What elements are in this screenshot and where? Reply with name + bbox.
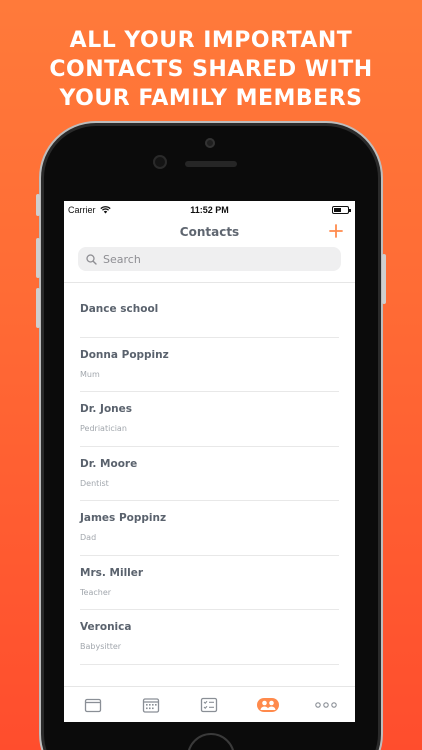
contact-name: Dr. Jones [80, 403, 133, 415]
volume-down-button [36, 288, 40, 328]
contact-row-dance-school[interactable]: Dance school [80, 283, 339, 338]
phone-frame: Carrier 11:52 PM Contacts Search Dance s… [36, 126, 386, 750]
earpiece-speaker [185, 161, 237, 167]
contact-row-dr-moore[interactable]: Dr. Moore Dentist [80, 447, 339, 501]
top-sensor [205, 138, 215, 148]
search-icon [86, 253, 97, 265]
contact-name: Mrs. Miller [80, 566, 144, 579]
tab-more[interactable] [306, 692, 346, 718]
calendar-grid-icon [143, 697, 160, 713]
contact-row-mrs-miller[interactable]: Mrs. Miller Teacher [80, 556, 339, 610]
phone-screen: Carrier 11:52 PM Contacts Search Dance s… [64, 201, 355, 722]
contacts-icon [256, 697, 279, 712]
battery-icon [332, 206, 351, 214]
calendar-card-icon [84, 698, 102, 712]
checklist-icon [201, 697, 218, 712]
add-contact-button[interactable] [327, 222, 345, 240]
volume-up-button [36, 238, 40, 278]
tab-tasks[interactable] [189, 692, 229, 718]
power-button [382, 254, 386, 304]
tab-contacts[interactable] [248, 692, 288, 718]
contact-role: Babysitter [80, 642, 122, 651]
search-input[interactable] [103, 252, 323, 266]
contact-name: Dr. Moore [80, 457, 138, 470]
contact-row-dr-jones[interactable]: Dr. Jones Pedriatician [80, 392, 339, 447]
contact-role: Dad [80, 533, 97, 542]
contact-name: Donna Poppinz [80, 348, 169, 361]
front-camera [153, 155, 167, 169]
promo-headline: ALL YOUR IMPORTANT CONTACTS SHARED WITH … [0, 26, 422, 113]
promo-line-3: YOUR FAMILY MEMBERS [59, 86, 363, 111]
home-button[interactable] [187, 733, 235, 750]
status-time: 11:52 PM [190, 205, 229, 215]
nav-bar: Contacts [64, 219, 355, 247]
more-dots-icon [315, 701, 337, 708]
page-title: Contacts [179, 225, 240, 239]
contact-role: Pedriatician [80, 424, 127, 433]
tab-calendar[interactable] [131, 692, 171, 718]
contact-row-donna-poppinz[interactable]: Donna Poppinz Mum [80, 338, 339, 392]
contact-name: Veronica [80, 621, 132, 633]
promo-line-2: CONTACTS SHARED WITH [49, 57, 373, 82]
contact-list: Dance school Donna Poppinz Mum Dr. Jones… [64, 282, 355, 665]
contact-role: Mum [80, 369, 100, 379]
status-bar: Carrier 11:52 PM [64, 201, 355, 219]
contact-role: Teacher [80, 587, 112, 597]
contact-name: Dance school [80, 303, 159, 315]
contact-row-james-poppinz[interactable]: James Poppinz Dad [80, 501, 339, 556]
tab-events[interactable] [73, 692, 113, 718]
promo-line-1: ALL YOUR IMPORTANT [69, 28, 353, 53]
contact-name: James Poppinz [80, 512, 167, 524]
mute-switch [36, 194, 40, 216]
search-bar[interactable] [78, 247, 341, 271]
contact-row-veronica[interactable]: Veronica Babysitter [80, 610, 339, 665]
contact-role: Dentist [80, 478, 109, 488]
plus-icon [329, 224, 343, 238]
tab-bar [64, 686, 355, 722]
